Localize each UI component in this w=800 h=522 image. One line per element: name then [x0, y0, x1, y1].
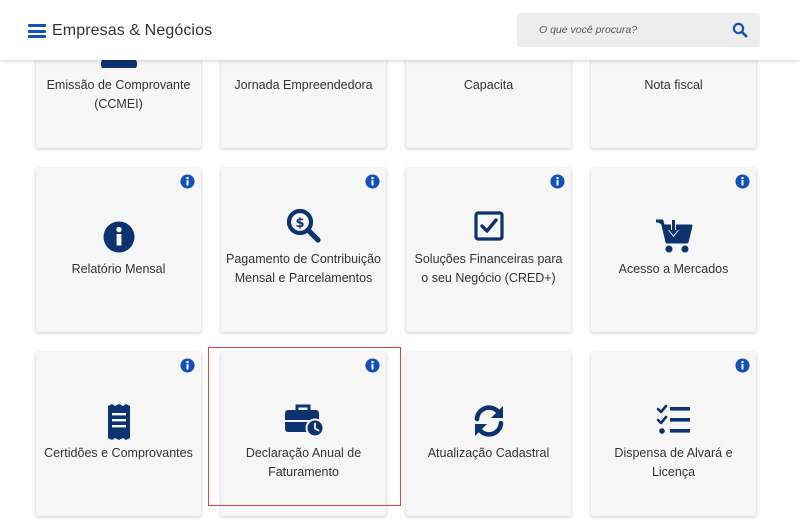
sync-icon — [474, 405, 503, 437]
card-relatorio-mensal[interactable]: Relatório Mensal — [36, 168, 201, 332]
info-icon[interactable] — [365, 358, 380, 373]
card-label: Jornada Empreendedora — [234, 78, 373, 92]
hamburger-icon — [28, 24, 46, 38]
tasks-icon — [656, 404, 690, 434]
info-icon[interactable] — [550, 174, 565, 189]
card-dispensa-alvara[interactable]: Dispensa de Alvará e Licença — [591, 352, 756, 516]
card-label: Soluções Financeiras para o seu Negócio … — [414, 252, 563, 285]
check-square-icon — [473, 211, 504, 241]
card-declaracao-anual[interactable]: Declaração Anual de Faturamento — [221, 352, 386, 516]
card-label: Acesso a Mercados — [618, 262, 729, 276]
card-label: Certidões e Comprovantes — [44, 446, 193, 460]
card-label: Capacita — [463, 78, 514, 92]
card-label: Atualização Cadastral — [427, 446, 550, 460]
site-title: Empresas & Negócios — [52, 22, 213, 39]
receipt-icon — [107, 404, 130, 440]
card-certidoes-comprovantes[interactable]: Certidões e Comprovantes — [36, 352, 201, 516]
card-solucoes-financeiras[interactable]: Soluções Financeiras para o seu Negócio … — [406, 168, 571, 332]
card-acesso-mercados[interactable]: Acesso a Mercados — [591, 168, 756, 332]
card-label: Pagamento de Contribuição Mensal e Parce… — [226, 252, 381, 285]
search-icon[interactable] — [732, 22, 748, 38]
info-icon[interactable] — [180, 358, 195, 373]
briefcase-clock-icon — [284, 404, 324, 438]
card-label: Declaração Anual de Faturamento — [245, 446, 362, 479]
search-bar — [517, 13, 760, 47]
info-icon[interactable] — [735, 358, 750, 373]
card-label: Nota fiscal — [644, 78, 703, 92]
search-input[interactable] — [537, 23, 731, 37]
card-label: Dispensa de Alvará e Licença — [614, 446, 733, 479]
card-atualizacao-cadastral[interactable]: Atualização Cadastral — [406, 352, 571, 516]
card-pagamento-contribuicao[interactable]: $ Pagamento de Contribuição Mensal e Par… — [221, 168, 386, 332]
info-circle-icon — [103, 221, 134, 253]
card-label: Emissão de Comprovante (CCMEI) — [46, 78, 191, 111]
search-dollar-icon: $ — [286, 208, 321, 243]
svg-text:$: $ — [295, 216, 304, 231]
top-header: Empresas & Negócios — [0, 0, 800, 60]
menu-button[interactable]: Empresas & Negócios — [28, 19, 212, 43]
info-icon[interactable] — [735, 174, 750, 189]
info-icon[interactable] — [365, 174, 380, 189]
card-label: Relatório Mensal — [71, 262, 166, 276]
cart-icon — [655, 219, 692, 253]
info-icon[interactable] — [180, 174, 195, 189]
